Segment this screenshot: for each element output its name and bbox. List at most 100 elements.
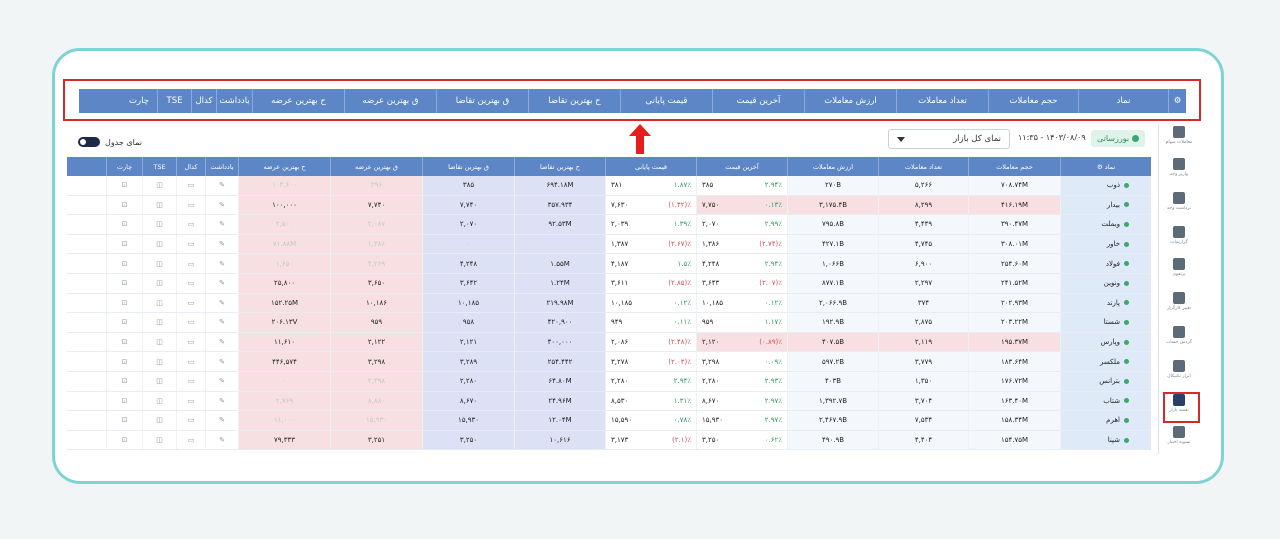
- table-row[interactable]: ونوین ۲۴۱.۵۲M ۲,۲۹۷ ۸۷۷.۱B ۳,۶۴۳ (۲.۰۷)٪ ۳,۶۱۱…: [67, 273, 1151, 294]
- column-header[interactable]: آخرین قیمت: [696, 157, 787, 176]
- tse-icon[interactable]: ◫: [142, 313, 176, 332]
- note-icon[interactable]: ✎: [205, 430, 238, 450]
- sidebar-item[interactable]: تغییر کارگزار: [1159, 292, 1199, 311]
- sidebar-item[interactable]: معاملات سهام: [1159, 126, 1199, 145]
- symbol-name[interactable]: ونوین: [1104, 279, 1120, 287]
- column-header[interactable]: ح بهترین عرضه: [238, 157, 330, 176]
- toggle-switch[interactable]: [78, 137, 100, 147]
- table-row[interactable]: ذوب ۷۰۸.۷۴M ۵,۲۶۶ ۲۷۰B ۳۸۵ ۲.۹۴٪ ۳۸۱ ۱.۸۷٪ ۶۹۴.۱…: [67, 176, 1151, 196]
- settings-gear-icon[interactable]: ⚙: [1168, 89, 1186, 113]
- tse-icon[interactable]: ◫: [142, 352, 176, 371]
- codal-icon[interactable]: ▭: [176, 215, 205, 234]
- chart-icon[interactable]: ⊡: [106, 430, 142, 450]
- symbol-cell[interactable]: شپنا: [1060, 430, 1151, 450]
- symbol-cell[interactable]: اهرم: [1060, 411, 1151, 430]
- chart-icon[interactable]: ⊡: [106, 195, 142, 215]
- chart-icon[interactable]: ⊡: [106, 371, 142, 391]
- symbol-name[interactable]: اهرم: [1106, 416, 1120, 424]
- sidebar-item[interactable]: پرتفوی: [1159, 258, 1199, 277]
- table-row[interactable]: وبملت ۳۹۰.۴۷M ۴,۴۴۹ ۷۹۵.۸B ۲,۰۷۰ ۲.۹۹٪ ۲,۰۳۹ ۱.…: [67, 215, 1151, 235]
- symbol-name[interactable]: فولاد: [1106, 260, 1120, 268]
- tse-icon[interactable]: ◫: [142, 411, 176, 430]
- table-row[interactable]: بیدار ۴۱۶.۱۹M ۸,۲۹۹ ۳,۱۷۵.۴B ۷,۷۵۰ ۰.۱۳٪ ۷,۶۳۰…: [67, 195, 1151, 216]
- table-row[interactable]: شپنا ۱۵۴.۷۵M ۴,۴۰۴ ۴۹۰.۹B ۳,۲۵۰ ۰.۶۲٪ ۳,۱۷۳ (۲.…: [67, 430, 1151, 451]
- chart-icon[interactable]: ⊡: [106, 273, 142, 293]
- symbol-cell[interactable]: وبملت: [1060, 215, 1151, 234]
- symbol-cell[interactable]: ملکسر: [1060, 352, 1151, 371]
- symbol-cell[interactable]: بیدار: [1060, 195, 1151, 215]
- symbol-name[interactable]: شستا: [1104, 318, 1120, 326]
- chart-icon[interactable]: ⊡: [106, 215, 142, 234]
- table-row[interactable]: شتاب ۱۶۳.۴۰M ۳,۷۰۴ ۱,۳۹۲.۷B ۸,۶۷۰ ۲.۹۷٪ ۸,۵۳۰ ۱…: [67, 391, 1151, 412]
- codal-icon[interactable]: ▭: [176, 352, 205, 371]
- callout-col-9[interactable]: ح بهترین عرضه: [252, 89, 344, 113]
- callout-col-4[interactable]: آخرین قیمت: [712, 89, 804, 113]
- symbol-name[interactable]: ملکسر: [1100, 358, 1120, 366]
- sidebar-item[interactable]: تسویه اختیار: [1159, 426, 1199, 445]
- symbol-cell[interactable]: وپارس: [1060, 332, 1151, 352]
- market-view-select[interactable]: نمای کل بازار: [888, 129, 1010, 149]
- symbol-cell[interactable]: ذوب: [1060, 176, 1151, 195]
- symbol-name[interactable]: خاور: [1107, 240, 1120, 248]
- tse-icon[interactable]: ◫: [142, 332, 176, 352]
- callout-col-13[interactable]: چارت: [121, 89, 157, 113]
- column-header[interactable]: چارت: [106, 157, 142, 176]
- callout-col-3[interactable]: ارزش معاملات: [804, 89, 896, 113]
- column-header[interactable]: ق بهترین تقاضا: [422, 157, 514, 176]
- callout-col-11[interactable]: کدال: [191, 89, 216, 113]
- codal-icon[interactable]: ▭: [176, 195, 205, 215]
- symbol-name[interactable]: ذوب: [1107, 181, 1120, 189]
- note-icon[interactable]: ✎: [205, 332, 238, 352]
- chart-icon[interactable]: ⊡: [106, 391, 142, 411]
- codal-icon[interactable]: ▭: [176, 411, 205, 430]
- symbol-name[interactable]: شپنا: [1108, 436, 1120, 444]
- callout-col-7[interactable]: ق بهترین تقاضا: [436, 89, 528, 113]
- symbol-cell[interactable]: فولاد: [1060, 254, 1151, 273]
- note-icon[interactable]: ✎: [205, 176, 238, 195]
- table-row[interactable]: پارند ۲۰۲.۹۳M ۳۷۴ ۲,۰۶۶.۹B ۱۰,۱۸۵ ۰.۱۲٪ ۱۰,۱۸۵…: [67, 293, 1151, 314]
- tse-icon[interactable]: ◫: [142, 273, 176, 293]
- sidebar-item[interactable]: گزارشات: [1159, 226, 1199, 245]
- table-row[interactable]: فولاد ۲۵۴.۶۰M ۶,۹۰۰ ۱,۰۶۶B ۴,۲۴۸ ۲.۹۴٪ ۴,۱۸۷ ۱.…: [67, 254, 1151, 274]
- callout-col-1[interactable]: حجم معاملات: [988, 89, 1078, 113]
- symbol-name[interactable]: بیدار: [1107, 201, 1120, 209]
- tse-icon[interactable]: ◫: [142, 234, 176, 254]
- note-icon[interactable]: ✎: [205, 352, 238, 371]
- table-row[interactable]: شستا ۲۰۳.۲۲M ۲,۸۷۵ ۱۹۲.۹B ۹۵۹ ۱.۱۷٪ ۹۴۹ ۰.۱۱٪ ۴۲…: [67, 313, 1151, 333]
- tse-icon[interactable]: ◫: [142, 371, 176, 391]
- callout-col-10[interactable]: یادداشت: [216, 89, 252, 113]
- note-icon[interactable]: ✎: [205, 391, 238, 411]
- note-icon[interactable]: ✎: [205, 254, 238, 273]
- symbol-cell[interactable]: پارند: [1060, 293, 1151, 313]
- tse-icon[interactable]: ◫: [142, 195, 176, 215]
- table-row[interactable]: بترانس ۱۷۶.۷۲M ۱,۳۵۰ ۴۰۳B ۲,۲۸۰ ۲.۹۳٪ ۲,۲۸۰ ۲.۹…: [67, 371, 1151, 392]
- tse-icon[interactable]: ◫: [142, 215, 176, 234]
- symbol-cell[interactable]: خاور: [1060, 234, 1151, 254]
- callout-col-0[interactable]: نماد: [1078, 89, 1168, 113]
- note-icon[interactable]: ✎: [205, 411, 238, 430]
- callout-col-8[interactable]: ق بهترین عرضه: [344, 89, 436, 113]
- table-row[interactable]: اهرم ۱۵۸.۳۴M ۷,۵۳۴ ۲,۴۶۷.۹B ۱۵,۹۳۰ ۲.۹۷٪ ۱۵,۵۹…: [67, 411, 1151, 431]
- codal-icon[interactable]: ▭: [176, 293, 205, 313]
- callout-col-12[interactable]: TSE: [157, 89, 191, 113]
- tse-icon[interactable]: ◫: [142, 391, 176, 411]
- symbol-name[interactable]: شتاب: [1103, 397, 1120, 405]
- tse-icon[interactable]: ◫: [142, 430, 176, 450]
- codal-icon[interactable]: ▭: [176, 254, 205, 273]
- chart-icon[interactable]: ⊡: [106, 234, 142, 254]
- table-row[interactable]: خاور ۳۰۸.۰۱M ۴,۷۴۵ ۴۲۷.۱B ۱,۳۸۶ (۲.۷۴)٪ ۱,۳۸۷ (…: [67, 234, 1151, 255]
- column-header[interactable]: ق بهترین عرضه: [330, 157, 422, 176]
- note-icon[interactable]: ✎: [205, 234, 238, 254]
- chart-icon[interactable]: ⊡: [106, 411, 142, 430]
- sidebar-item[interactable]: ابزار تکنیکال: [1159, 360, 1199, 379]
- symbol-name[interactable]: پارند: [1107, 299, 1120, 307]
- column-header[interactable]: ح بهترین تقاضا: [514, 157, 605, 176]
- chart-icon[interactable]: ⊡: [106, 176, 142, 195]
- codal-icon[interactable]: ▭: [176, 391, 205, 411]
- column-header[interactable]: ⚙ نماد: [1060, 157, 1151, 176]
- codal-icon[interactable]: ▭: [176, 234, 205, 254]
- codal-icon[interactable]: ▭: [176, 176, 205, 195]
- chart-icon[interactable]: ⊡: [106, 352, 142, 371]
- chart-icon[interactable]: ⊡: [106, 293, 142, 313]
- column-header[interactable]: قیمت پایانی: [605, 157, 696, 176]
